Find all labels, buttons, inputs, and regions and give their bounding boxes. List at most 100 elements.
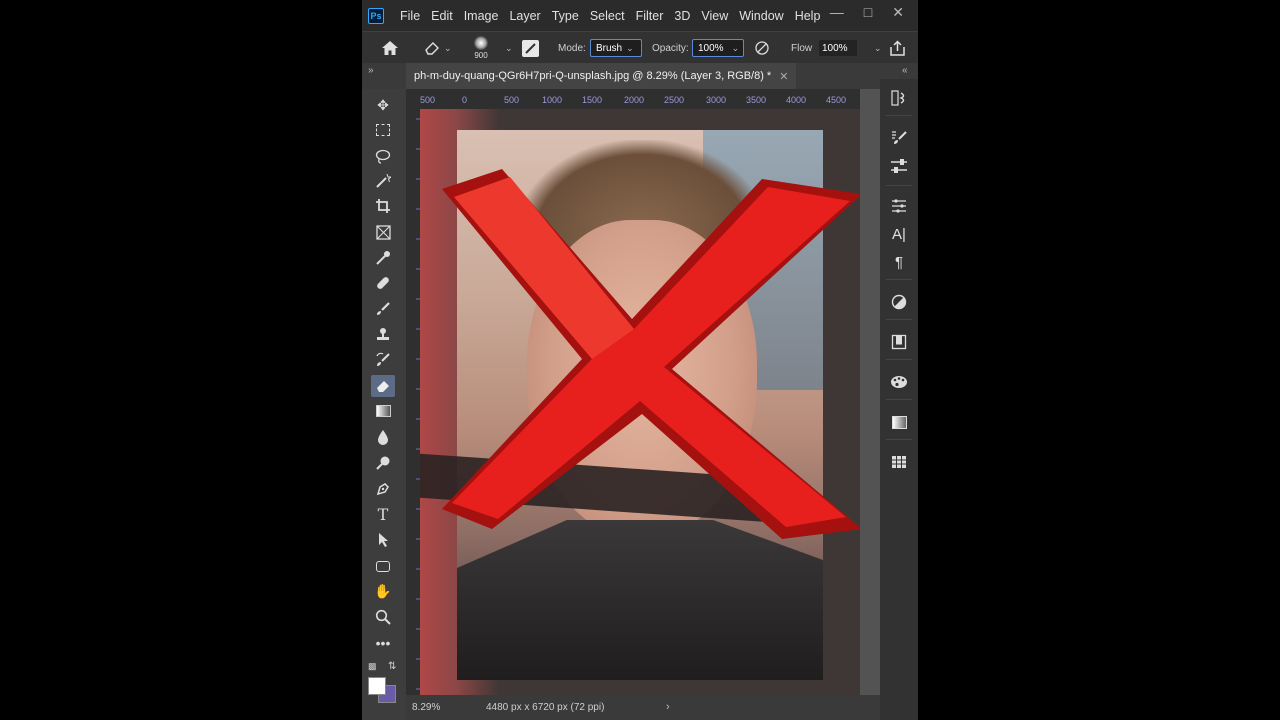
foreground-color-swatch[interactable] <box>368 677 386 695</box>
close-icon[interactable]: ✕ <box>892 4 904 21</box>
color-swatches: ▩ ⇅ <box>368 661 400 703</box>
flow-input[interactable]: 100% <box>818 39 858 57</box>
menu-bar: Ps File Edit Image Layer Type Select Fil… <box>362 0 918 31</box>
menu-window[interactable]: Window <box>739 9 783 23</box>
expand-toolbar-icon[interactable]: » <box>368 65 374 76</box>
maximize-icon[interactable]: □ <box>864 4 872 21</box>
menu-type[interactable]: Type <box>552 9 579 23</box>
brush-tool-icon[interactable] <box>371 298 395 320</box>
gradient-tool-icon[interactable] <box>371 400 395 422</box>
swatches-panel-icon[interactable] <box>888 371 910 393</box>
healing-brush-tool-icon[interactable] <box>371 272 395 294</box>
mode-select[interactable]: Brush ⌄ <box>590 39 642 57</box>
collapse-panels-icon[interactable]: « <box>902 65 908 76</box>
window-controls: — □ ✕ <box>830 4 904 21</box>
flow-value: 100% <box>822 42 848 54</box>
document-tab-bar: » ph-m-duy-quang-QGr6H7pri-Q-unsplash.jp… <box>362 63 918 89</box>
character-panel-icon[interactable]: A| <box>888 223 910 245</box>
marquee-tool-icon[interactable] <box>371 119 395 141</box>
crop-tool-icon[interactable] <box>371 195 395 217</box>
chevron-down-icon: ⌄ <box>626 42 634 53</box>
mode-value: Brush <box>596 42 623 54</box>
pen-tool-icon[interactable] <box>371 478 395 500</box>
home-icon[interactable] <box>381 32 399 64</box>
opacity-label: Opacity: <box>652 42 689 54</box>
menu-filter[interactable]: Filter <box>636 9 664 23</box>
history-brush-tool-icon[interactable] <box>371 349 395 371</box>
ruler-tick: 3500 <box>746 95 767 105</box>
magic-wand-tool-icon[interactable] <box>371 170 395 192</box>
brush-size-value: 900 <box>474 51 488 60</box>
dodge-tool-icon[interactable] <box>371 452 395 474</box>
ruler-tick: 3000 <box>706 95 727 105</box>
document-tab-title: ph-m-duy-quang-QGr6H7pri-Q-unsplash.jpg … <box>414 70 772 82</box>
more-tools-icon[interactable]: ••• <box>371 632 395 654</box>
ruler-tick: 0 <box>462 95 468 105</box>
eraser-tool-icon[interactable] <box>371 375 395 397</box>
document-size-info: 4480 px x 6720 px (72 ppi) <box>486 702 605 713</box>
ruler-tick: 1500 <box>582 95 603 105</box>
document-tab[interactable]: ph-m-duy-quang-QGr6H7pri-Q-unsplash.jpg … <box>406 63 797 89</box>
vertical-ruler-ticks <box>416 118 420 690</box>
lasso-tool-icon[interactable] <box>371 145 395 167</box>
opacity-value: 100% <box>698 42 724 54</box>
menu-3d[interactable]: 3D <box>674 9 690 23</box>
vertical-ruler <box>406 109 420 695</box>
move-tool-icon[interactable]: ✥ <box>371 94 395 116</box>
swap-colors-icon[interactable]: ⇅ <box>388 661 396 672</box>
brush-panel-icon[interactable] <box>888 127 910 149</box>
hand-tool-icon[interactable]: ✋ <box>371 580 395 602</box>
menu-file[interactable]: File <box>400 9 420 23</box>
eyedropper-tool-icon[interactable] <box>371 247 395 269</box>
brush-tip-icon <box>474 36 488 50</box>
brush-size-picker[interactable]: 900 <box>474 32 488 64</box>
mode-label: Mode: <box>558 42 586 54</box>
chevron-down-icon: ⌄ <box>731 42 740 53</box>
eraser-preset-picker[interactable]: ⌄ <box>424 32 452 64</box>
flow-label: Flow <box>791 42 813 54</box>
menu-help[interactable]: Help <box>795 9 821 23</box>
properties-panel-icon[interactable] <box>888 195 910 217</box>
options-bar: ⌄ 900 ⌄ Mode: Brush ⌄ Opacity: 100% ⌄ Fl… <box>362 31 918 63</box>
minimize-icon[interactable]: — <box>830 4 844 21</box>
blur-tool-icon[interactable] <box>371 426 395 448</box>
menu-edit[interactable]: Edit <box>431 9 453 23</box>
patterns-panel-icon[interactable] <box>888 451 910 473</box>
red-x-mark <box>442 169 860 539</box>
rectangle-tool-icon[interactable] <box>371 555 395 577</box>
adjustments-panel-icon[interactable] <box>888 291 910 313</box>
close-tab-icon[interactable]: ✕ <box>779 70 788 83</box>
libraries-panel-icon[interactable] <box>888 331 910 353</box>
menu-select[interactable]: Select <box>590 9 625 23</box>
ruler-tick: 500 <box>504 95 520 105</box>
paragraph-panel-icon[interactable]: ¶ <box>888 251 910 273</box>
clone-stamp-tool-icon[interactable] <box>371 324 395 346</box>
type-tool-icon[interactable]: T <box>371 503 395 525</box>
zoom-level-field[interactable]: 8.29% <box>412 702 462 713</box>
opacity-input[interactable]: 100% ⌄ <box>692 39 744 57</box>
brush-settings-icon[interactable] <box>522 32 539 64</box>
eraser-icon <box>425 42 439 55</box>
frame-tool-icon[interactable] <box>371 221 395 243</box>
brush-settings-panel-icon[interactable] <box>888 155 910 177</box>
chevron-down-icon[interactable]: ⌄ <box>874 43 882 54</box>
menu-view[interactable]: View <box>701 9 728 23</box>
default-colors-icon[interactable]: ▩ <box>368 661 377 672</box>
ruler-tick: 4000 <box>786 95 807 105</box>
pressure-opacity-icon[interactable] <box>754 32 770 64</box>
chevron-down-icon[interactable]: ⌄ <box>505 43 513 54</box>
horizontal-ruler: 500 0 500 1000 1500 2000 2500 3000 3500 … <box>406 89 860 109</box>
menu-image[interactable]: Image <box>464 9 499 23</box>
chevron-down-icon: ⌄ <box>444 42 452 53</box>
panel-dock: A| ¶ <box>880 79 918 720</box>
path-selection-tool-icon[interactable] <box>371 529 395 551</box>
menu-layer[interactable]: Layer <box>509 9 540 23</box>
ruler-tick: 4500 <box>826 95 847 105</box>
status-menu-chevron-icon[interactable]: › <box>666 701 670 713</box>
share-icon[interactable] <box>889 32 906 64</box>
canvas-area[interactable] <box>420 109 860 695</box>
zoom-tool-icon[interactable] <box>371 606 395 628</box>
history-panel-icon[interactable] <box>888 87 910 109</box>
ruler-tick: 2000 <box>624 95 645 105</box>
gradients-panel-icon[interactable] <box>888 411 910 433</box>
